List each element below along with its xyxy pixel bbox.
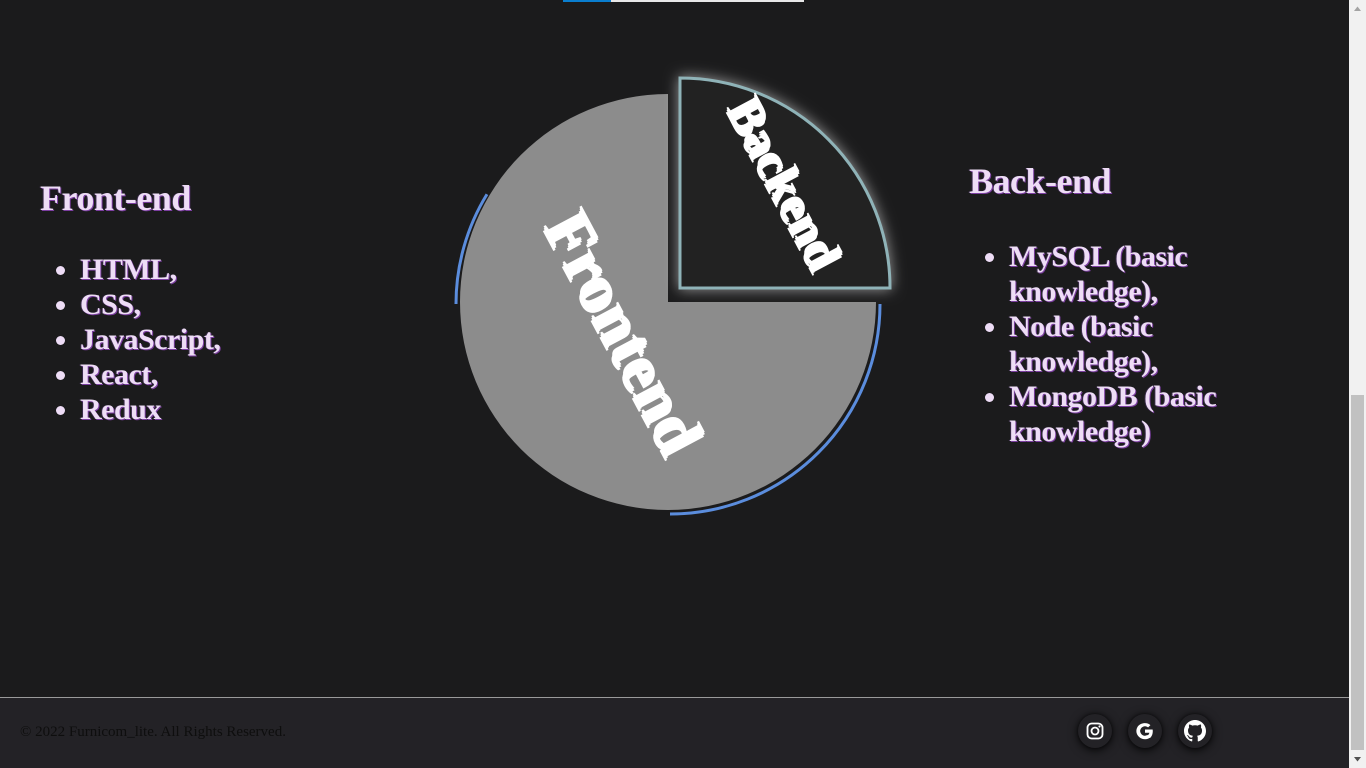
frontend-item: JavaScript, <box>80 322 340 357</box>
frontend-item: React, <box>80 357 340 392</box>
frontend-item: CSS, <box>80 287 340 322</box>
copyright-text: © 2022 Furnicom_lite. All Rights Reserve… <box>20 724 286 740</box>
instagram-icon <box>1086 722 1104 740</box>
frontend-list: HTML, CSS, JavaScript, React, Redux <box>40 252 340 427</box>
scroll-down-arrow-icon[interactable] <box>1349 751 1366 768</box>
frontend-item: HTML, <box>80 252 340 287</box>
backend-list: MySQL (basic knowledge), Node (basic kno… <box>969 239 1269 449</box>
github-link[interactable] <box>1178 714 1212 748</box>
skills-pie-chart: Frontend Frontend Frontend Backend Backend Ba… <box>440 60 910 530</box>
backend-item: MySQL (basic knowledge), <box>1009 239 1269 309</box>
backend-skills: Back-end MySQL (basic knowledge), Node (… <box>969 159 1269 449</box>
google-icon <box>1136 723 1153 740</box>
pie-chart-svg: FrontendFrontendFrontendBackendBackendBa… <box>454 76 892 516</box>
frontend-title: Front-end <box>40 178 191 218</box>
top-progress-fill <box>563 0 612 2</box>
frontend-item: Redux <box>80 392 340 427</box>
footer: © 2022 Furnicom_lite. All Rights Reserve… <box>0 697 1349 768</box>
scroll-thumb[interactable] <box>1351 395 1364 750</box>
backend-title: Back-end <box>969 161 1112 201</box>
page: Front-end HTML, CSS, JavaScript, React, … <box>0 0 1349 768</box>
frontend-skills: Front-end HTML, CSS, JavaScript, React, … <box>40 176 340 427</box>
google-link[interactable] <box>1128 714 1162 748</box>
vertical-scrollbar[interactable] <box>1349 0 1366 768</box>
instagram-link[interactable] <box>1078 714 1112 748</box>
backend-item: MongoDB (basic knowledge) <box>1009 379 1269 449</box>
github-icon <box>1184 720 1206 742</box>
scroll-up-arrow-icon[interactable] <box>1349 0 1366 17</box>
top-progress-bar <box>563 0 804 2</box>
backend-item: Node (basic knowledge), <box>1009 309 1269 379</box>
